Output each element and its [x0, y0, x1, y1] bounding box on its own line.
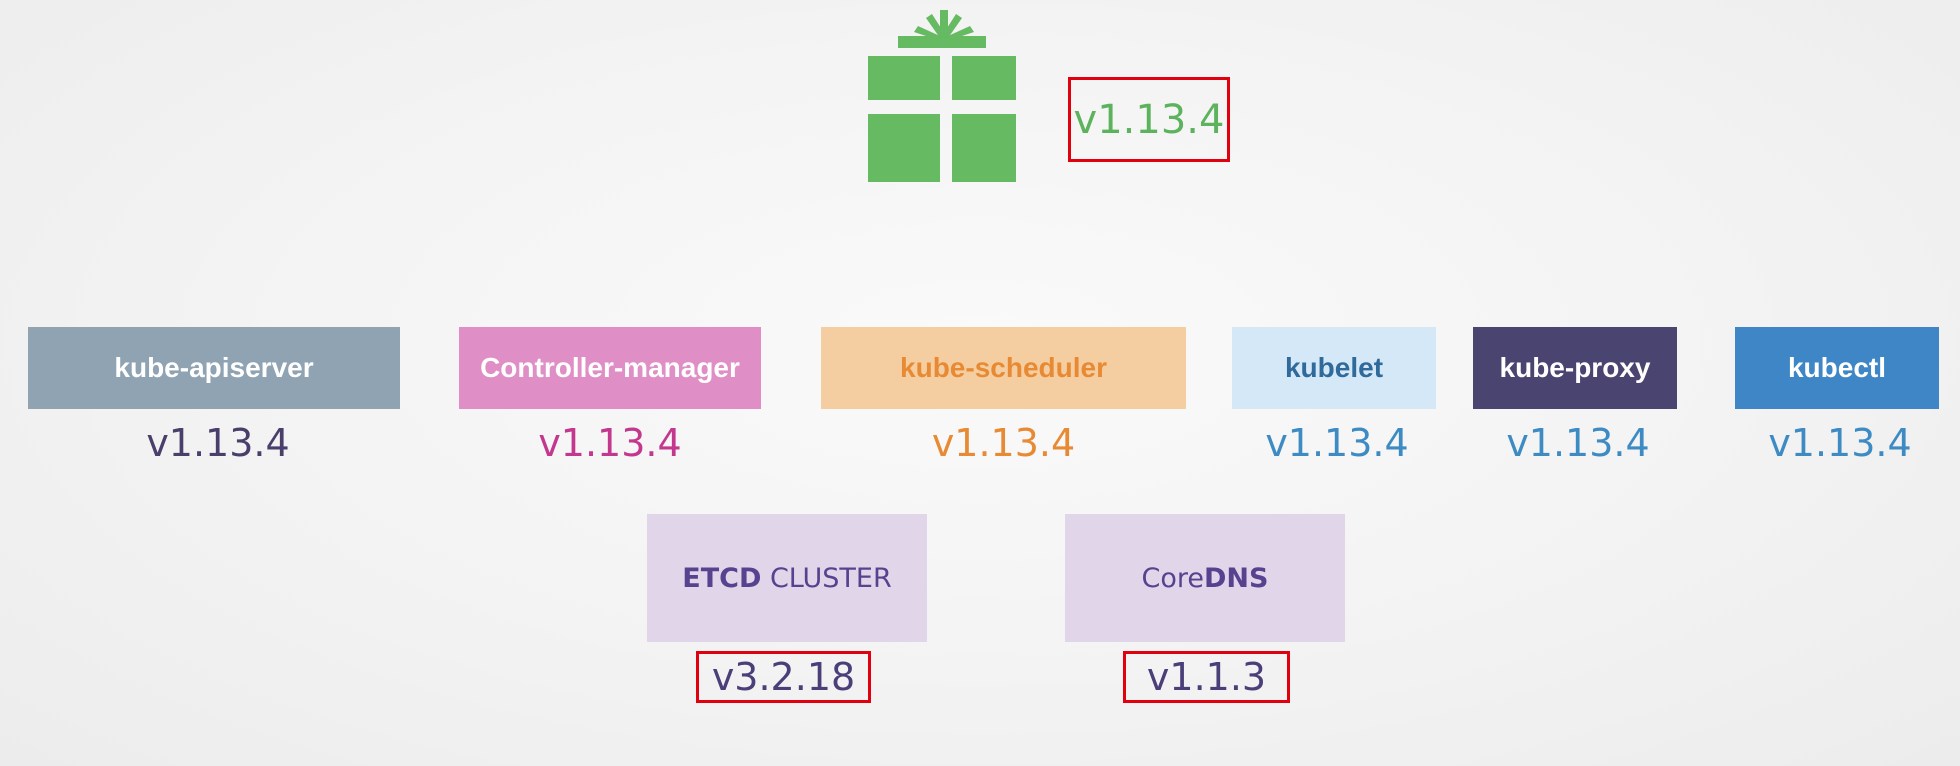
coredns-label-regular: Core [1141, 562, 1205, 594]
addon-etcd-cluster: ETCD CLUSTER [647, 514, 927, 642]
component-kubectl: kubectl [1735, 327, 1939, 409]
release-version: v1.13.4 [1068, 77, 1230, 162]
kube-proxy-version: v1.13.4 [1506, 421, 1650, 465]
component-controller-manager: Controller-manager [459, 327, 761, 409]
kubectl-version: v1.13.4 [1768, 421, 1912, 465]
component-kube-apiserver: kube-apiserver [28, 327, 400, 409]
coredns-label-bold: DNS [1204, 562, 1269, 594]
kubelet-version: v1.13.4 [1265, 421, 1409, 465]
etcd-label-regular: CLUSTER [761, 562, 892, 594]
component-kubelet: kubelet [1232, 327, 1436, 409]
addon-coredns: Core DNS [1065, 514, 1345, 642]
gift-icon [868, 10, 1016, 182]
kube-scheduler-version: v1.13.4 [931, 421, 1076, 465]
etcd-label-bold: ETCD [682, 562, 762, 594]
controller-manager-version: v1.13.4 [538, 421, 682, 465]
etcd-version: v3.2.18 [696, 651, 871, 703]
coredns-version: v1.1.3 [1123, 651, 1290, 703]
kube-apiserver-version: v1.13.4 [146, 421, 290, 465]
component-kube-scheduler: kube-scheduler [821, 327, 1186, 409]
component-kube-proxy: kube-proxy [1473, 327, 1677, 409]
